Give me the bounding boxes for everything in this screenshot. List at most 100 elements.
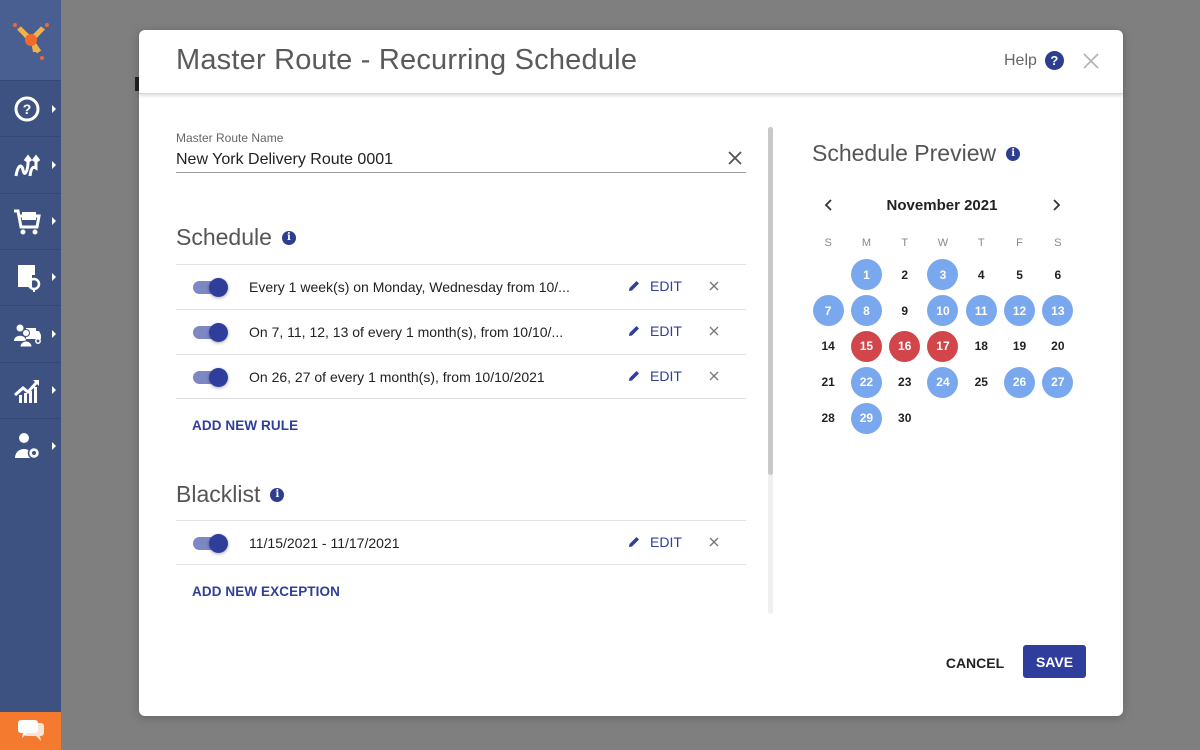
save-button[interactable]: SAVE xyxy=(1023,645,1086,678)
rule-enabled-toggle[interactable] xyxy=(193,368,229,387)
route-name-input[interactable] xyxy=(176,147,746,173)
delete-rule-icon[interactable] xyxy=(708,536,720,548)
calendar-day-blacklisted[interactable]: 15 xyxy=(850,330,882,362)
edit-label: EDIT xyxy=(650,368,682,384)
sidebar-item-orders[interactable] xyxy=(0,192,61,249)
weekday-label: S xyxy=(1054,237,1062,249)
calendar-day-blacklisted[interactable]: 17 xyxy=(927,330,959,362)
caret-right-icon xyxy=(52,442,56,451)
add-new-exception-button[interactable]: ADD NEW EXCEPTION xyxy=(192,584,340,599)
schedule-title: Schedule xyxy=(176,224,272,250)
app-logo[interactable] xyxy=(0,0,61,80)
schedule-info-icon[interactable]: i xyxy=(281,230,296,245)
weekday-label: F xyxy=(1016,237,1023,249)
calendar-cell: 20 xyxy=(1039,331,1077,362)
sidebar-item-analytics[interactable] xyxy=(0,361,61,418)
calendar-day[interactable]: 18 xyxy=(966,331,997,362)
calendar-day-scheduled[interactable]: 27 xyxy=(1042,366,1074,398)
help-link[interactable]: Help ? xyxy=(1004,51,1064,70)
calendar-day[interactable]: 25 xyxy=(966,367,997,398)
team-vehicle-icon xyxy=(13,324,41,348)
edit-rule-button[interactable]: EDIT xyxy=(627,368,682,384)
calendar-day[interactable]: 14 xyxy=(813,331,844,362)
rule-row: 11/15/2021 - 11/17/2021 EDIT xyxy=(176,520,746,565)
calendar-day-scheduled[interactable]: 12 xyxy=(1004,295,1036,327)
rule-enabled-toggle[interactable] xyxy=(193,534,229,553)
calendar-day-scheduled[interactable]: 3 xyxy=(927,259,959,291)
calendar-cell: 7 xyxy=(809,295,847,327)
calendar-day[interactable]: 20 xyxy=(1042,331,1073,362)
app-sidebar: ? xyxy=(0,0,61,750)
address-book-icon xyxy=(17,265,40,293)
calendar-day[interactable]: 23 xyxy=(889,367,920,398)
calendar-cell: 18 xyxy=(962,331,1000,362)
calendar-day-blacklisted[interactable]: 16 xyxy=(889,330,921,362)
calendar-day[interactable]: 4 xyxy=(966,259,997,290)
calendar-day[interactable]: 21 xyxy=(813,367,844,398)
close-dialog-icon[interactable] xyxy=(1080,50,1102,72)
sidebar-item-routes[interactable] xyxy=(0,136,61,192)
calendar-week-row: 7 8 9 10 11 12 13 xyxy=(809,293,1077,329)
edit-rule-button[interactable]: EDIT xyxy=(627,323,682,339)
calendar-day-scheduled[interactable]: 7 xyxy=(812,295,844,327)
sidebar-item-help[interactable]: ? xyxy=(0,80,61,136)
calendar-cell: 3 xyxy=(924,259,962,291)
chevron-right-icon[interactable] xyxy=(1048,196,1064,214)
delete-rule-icon[interactable] xyxy=(708,280,720,292)
calendar-day-scheduled[interactable]: 1 xyxy=(850,259,882,291)
pencil-icon xyxy=(629,326,639,336)
calendar-week-row: 28 29 30 xyxy=(809,400,1077,436)
rule-row: On 7, 11, 12, 13 of every 1 month(s), fr… xyxy=(176,309,746,354)
clear-route-name-icon[interactable] xyxy=(726,149,744,167)
rule-row: Every 1 week(s) on Monday, Wednesday fro… xyxy=(176,264,746,309)
calendar-day[interactable]: 2 xyxy=(889,259,920,290)
user-settings-icon xyxy=(14,433,40,460)
calendar-day-scheduled[interactable]: 8 xyxy=(850,295,882,327)
blacklist-heading: Blacklist i xyxy=(176,481,285,508)
caret-right-icon xyxy=(52,386,56,394)
calendar-day-scheduled[interactable]: 29 xyxy=(850,402,882,434)
calendar-day-scheduled[interactable]: 24 xyxy=(927,366,959,398)
sidebar-item-settings[interactable] xyxy=(0,417,61,474)
sidebar-item-address-book[interactable] xyxy=(0,248,61,305)
caret-right-icon xyxy=(52,217,56,226)
calendar-cell: 9 xyxy=(886,295,924,326)
rule-enabled-toggle[interactable] xyxy=(193,278,229,297)
blacklist-info-icon[interactable]: i xyxy=(270,487,285,502)
calendar-day[interactable]: 28 xyxy=(813,403,844,434)
rule-enabled-toggle[interactable] xyxy=(193,323,229,342)
weekday-label: M xyxy=(861,237,871,249)
calendar-day[interactable]: 5 xyxy=(1004,259,1035,290)
pencil-icon xyxy=(629,371,639,381)
calendar-day[interactable]: 6 xyxy=(1042,259,1073,290)
edit-rule-button[interactable]: EDIT xyxy=(627,278,682,294)
calendar-day-scheduled[interactable]: 11 xyxy=(965,295,997,327)
calendar-cell: 12 xyxy=(1000,295,1038,327)
calendar-day-scheduled[interactable]: 10 xyxy=(927,295,959,327)
cancel-button[interactable]: CANCEL xyxy=(936,647,1014,679)
calendar-day[interactable]: 19 xyxy=(1004,331,1035,362)
calendar-cell: 11 xyxy=(962,295,1000,327)
calendar-week-row: 123456 xyxy=(809,257,1077,293)
calendar-day-scheduled[interactable]: 13 xyxy=(1042,295,1074,327)
scrollbar-thumb[interactable] xyxy=(768,127,773,475)
calendar-cell: 5 xyxy=(1000,259,1038,290)
chevron-left-icon[interactable] xyxy=(821,196,837,214)
preview-info-icon[interactable]: i xyxy=(1006,146,1021,161)
delete-rule-icon[interactable] xyxy=(708,370,720,382)
rule-description: Every 1 week(s) on Monday, Wednesday fro… xyxy=(249,279,570,295)
calendar-cell: 16 xyxy=(886,330,924,362)
calendar-day-scheduled[interactable]: 22 xyxy=(850,366,882,398)
sidebar-item-team[interactable] xyxy=(0,305,61,361)
help-question-icon: ? xyxy=(1044,51,1064,70)
edit-label: EDIT xyxy=(650,278,682,294)
dialog-title: Master Route - Recurring Schedule xyxy=(176,44,638,76)
calendar-day[interactable]: 9 xyxy=(889,295,920,326)
calendar-day[interactable]: 30 xyxy=(889,403,920,434)
add-new-rule-button[interactable]: ADD NEW RULE xyxy=(192,418,298,433)
edit-label: EDIT xyxy=(650,323,682,339)
delete-rule-icon[interactable] xyxy=(708,325,720,337)
chat-button[interactable] xyxy=(0,712,61,750)
calendar-day-scheduled[interactable]: 26 xyxy=(1004,366,1036,398)
edit-rule-button[interactable]: EDIT xyxy=(627,534,682,550)
